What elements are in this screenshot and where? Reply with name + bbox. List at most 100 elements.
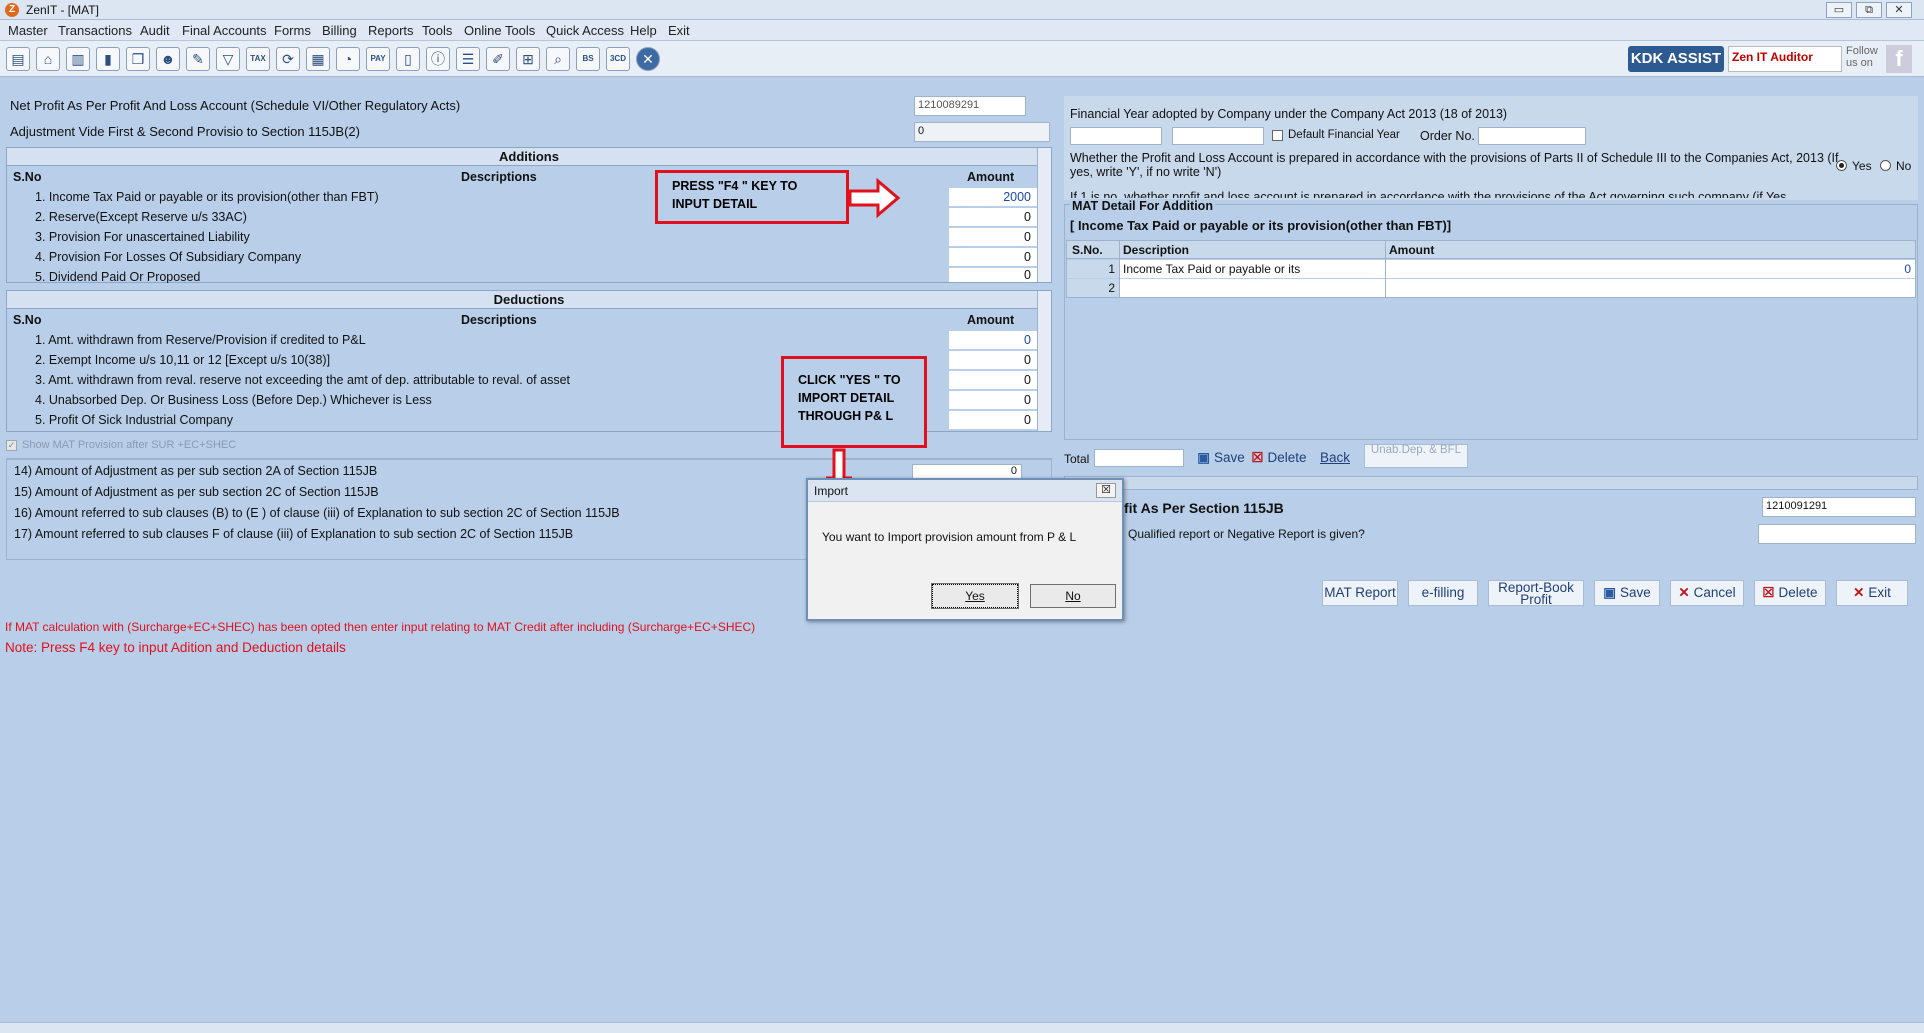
close-icon[interactable]: ✕ <box>636 47 660 71</box>
report-book-profit-button[interactable]: Report-Book Profit <box>1488 580 1584 606</box>
bar-chart-icon[interactable]: ▮ <box>96 47 120 71</box>
qualified-report-field[interactable] <box>1758 524 1916 544</box>
dialog-no-button[interactable]: No <box>1030 584 1116 608</box>
grid-icon[interactable]: ⊞ <box>516 47 540 71</box>
tax-icon[interactable]: TAX <box>246 47 270 71</box>
deductions-scrollbar[interactable] <box>1037 291 1051 431</box>
exit-button[interactable]: ✕ Exit <box>1836 580 1908 606</box>
mat-detail-title: MAT Detail For Addition <box>1070 199 1215 213</box>
close-window-button[interactable]: ✕ <box>1886 2 1912 18</box>
restore-button[interactable]: ⧉ <box>1856 2 1882 18</box>
total-field[interactable] <box>1094 449 1184 467</box>
deduction-row-amount[interactable]: 0 <box>949 411 1037 429</box>
delete-button[interactable]: ☒ Delete <box>1754 580 1826 606</box>
mat-row-desc[interactable]: Income Tax Paid or payable or its <box>1120 260 1385 278</box>
order-no-field[interactable] <box>1478 127 1586 145</box>
yes-radio[interactable] <box>1836 160 1847 171</box>
deduction-row-label: 3. Amt. withdrawn from reval. reserve no… <box>35 373 570 387</box>
menu-transactions[interactable]: Transactions <box>58 23 132 38</box>
search-folder-icon[interactable]: ⌕ <box>546 47 570 71</box>
menu-master[interactable]: Master <box>8 23 48 38</box>
mat-row-amount[interactable]: 0 <box>1386 260 1915 278</box>
refresh-icon[interactable]: ⟳ <box>276 47 300 71</box>
adjustment-field[interactable]: 0 <box>914 122 1050 142</box>
pie-chart-icon[interactable]: ◔ <box>336 47 360 71</box>
save-button[interactable]: ▣ Save <box>1594 580 1660 606</box>
fy-to-field[interactable] <box>1172 127 1264 145</box>
mat-row-desc[interactable] <box>1120 279 1385 297</box>
mat-save-button[interactable]: ▣ Save <box>1196 446 1246 470</box>
dialog-close-button[interactable]: ☒ <box>1096 483 1116 498</box>
horizontal-scrollbar[interactable] <box>1064 476 1918 490</box>
mat-delete-button[interactable]: ☒ Delete <box>1250 446 1308 470</box>
building-icon[interactable]: ▥ <box>66 47 90 71</box>
fy-from-field[interactable] <box>1070 127 1162 145</box>
pay-icon[interactable]: PAY <box>366 47 390 71</box>
calculator-icon[interactable]: ▦ <box>306 47 330 71</box>
default-fy-label: Default Financial Year <box>1288 129 1400 141</box>
additions-col-amount: Amount <box>967 170 1015 184</box>
mat-report-button[interactable]: MAT Report <box>1322 580 1398 606</box>
minimize-button[interactable]: ▭ <box>1826 2 1852 18</box>
mat-row-sno: 1 <box>1067 260 1119 278</box>
back-button[interactable]: Back <box>1316 446 1354 470</box>
import-dialog-title: Import <box>808 480 1122 502</box>
addition-row-amount[interactable]: 0 <box>949 208 1037 226</box>
filter-icon[interactable]: ▽ <box>216 47 240 71</box>
pin-icon[interactable]: ✎ <box>186 47 210 71</box>
bs-icon[interactable]: BS <box>576 47 600 71</box>
menu-forms[interactable]: Forms <box>274 23 311 38</box>
menu-billing[interactable]: Billing <box>322 23 357 38</box>
mat-col-sno: S.No. <box>1072 243 1103 257</box>
deductions-col-amount: Amount <box>967 313 1015 327</box>
voucher-icon[interactable]: ▤ <box>6 47 30 71</box>
no-radio[interactable] <box>1880 160 1891 171</box>
gift-icon[interactable]: ❒ <box>126 47 150 71</box>
deduction-row-amount[interactable]: 0 <box>949 331 1037 349</box>
additions-scrollbar[interactable] <box>1037 148 1051 282</box>
title-bar: Z ZenIT - [MAT] ▭ ⧉ ✕ <box>0 0 1924 20</box>
addition-row-amount[interactable]: 0 <box>949 268 1037 282</box>
default-fy-checkbox[interactable] <box>1272 130 1283 141</box>
addition-row-amount[interactable]: 2000 <box>949 188 1037 206</box>
book-profit-label: fit As Per Section 115JB <box>1124 500 1284 516</box>
unab-dep-button[interactable]: Unab.Dep. & BFL <box>1364 444 1468 468</box>
net-profit-label: Net Profit As Per Profit And Loss Accoun… <box>10 98 461 113</box>
edit-document-icon[interactable]: ✐ <box>486 47 510 71</box>
deduction-row-amount[interactable]: 0 <box>949 371 1037 389</box>
dialog-yes-button[interactable]: Yes <box>931 583 1019 609</box>
pl-cutoff-text: If 1 is no, whether profit and loss acco… <box>1070 190 1787 198</box>
e-filling-button[interactable]: e-filling <box>1408 580 1478 606</box>
addition-row-amount[interactable]: 0 <box>949 248 1037 266</box>
cancel-button[interactable]: ✕ Cancel <box>1670 580 1744 606</box>
menu-online-tools[interactable]: Online Tools <box>464 23 535 38</box>
book-profit-field[interactable]: 1210091291 <box>1762 497 1916 517</box>
users-icon[interactable]: ☻ <box>156 47 180 71</box>
kdk-assist-button[interactable]: KDK ASSIST <box>1628 46 1724 72</box>
menu-audit[interactable]: Audit <box>140 23 170 38</box>
menu-help[interactable]: Help <box>630 23 657 38</box>
deduction-row-amount[interactable]: 0 <box>949 391 1037 409</box>
show-mat-checkbox[interactable]: ✓ <box>6 440 17 451</box>
menu-reports[interactable]: Reports <box>368 23 414 38</box>
facebook-icon[interactable]: f <box>1886 45 1912 73</box>
deduction-row-label: 1. Amt. withdrawn from Reserve/Provision… <box>35 333 366 347</box>
mat-row-amount[interactable] <box>1386 279 1915 297</box>
info-icon[interactable]: ⓘ <box>426 47 450 71</box>
menu-exit[interactable]: Exit <box>668 23 690 38</box>
list-icon[interactable]: ☰ <box>456 47 480 71</box>
item-16-label: 16) Amount referred to sub clauses (B) t… <box>14 506 620 520</box>
addition-row-amount[interactable]: 0 <box>949 228 1037 246</box>
3cd-icon[interactable]: 3CD <box>606 47 630 71</box>
window-title: ZenIT - [MAT] <box>26 3 99 17</box>
menu-final-accounts[interactable]: Final Accounts <box>182 23 267 38</box>
mat-detail-subtitle: [ Income Tax Paid or payable or its prov… <box>1070 218 1452 233</box>
additions-col-desc: Descriptions <box>461 170 537 184</box>
book-icon[interactable]: ▯ <box>396 47 420 71</box>
menu-tools[interactable]: Tools <box>422 23 452 38</box>
menu-quick-access[interactable]: Quick Access <box>546 23 624 38</box>
deduction-row-amount[interactable]: 0 <box>949 351 1037 369</box>
net-profit-field[interactable]: 1210089291 <box>914 96 1026 116</box>
home-icon[interactable]: ⌂ <box>36 47 60 71</box>
import-dialog: Import ☒ You want to Import provision am… <box>806 478 1124 621</box>
